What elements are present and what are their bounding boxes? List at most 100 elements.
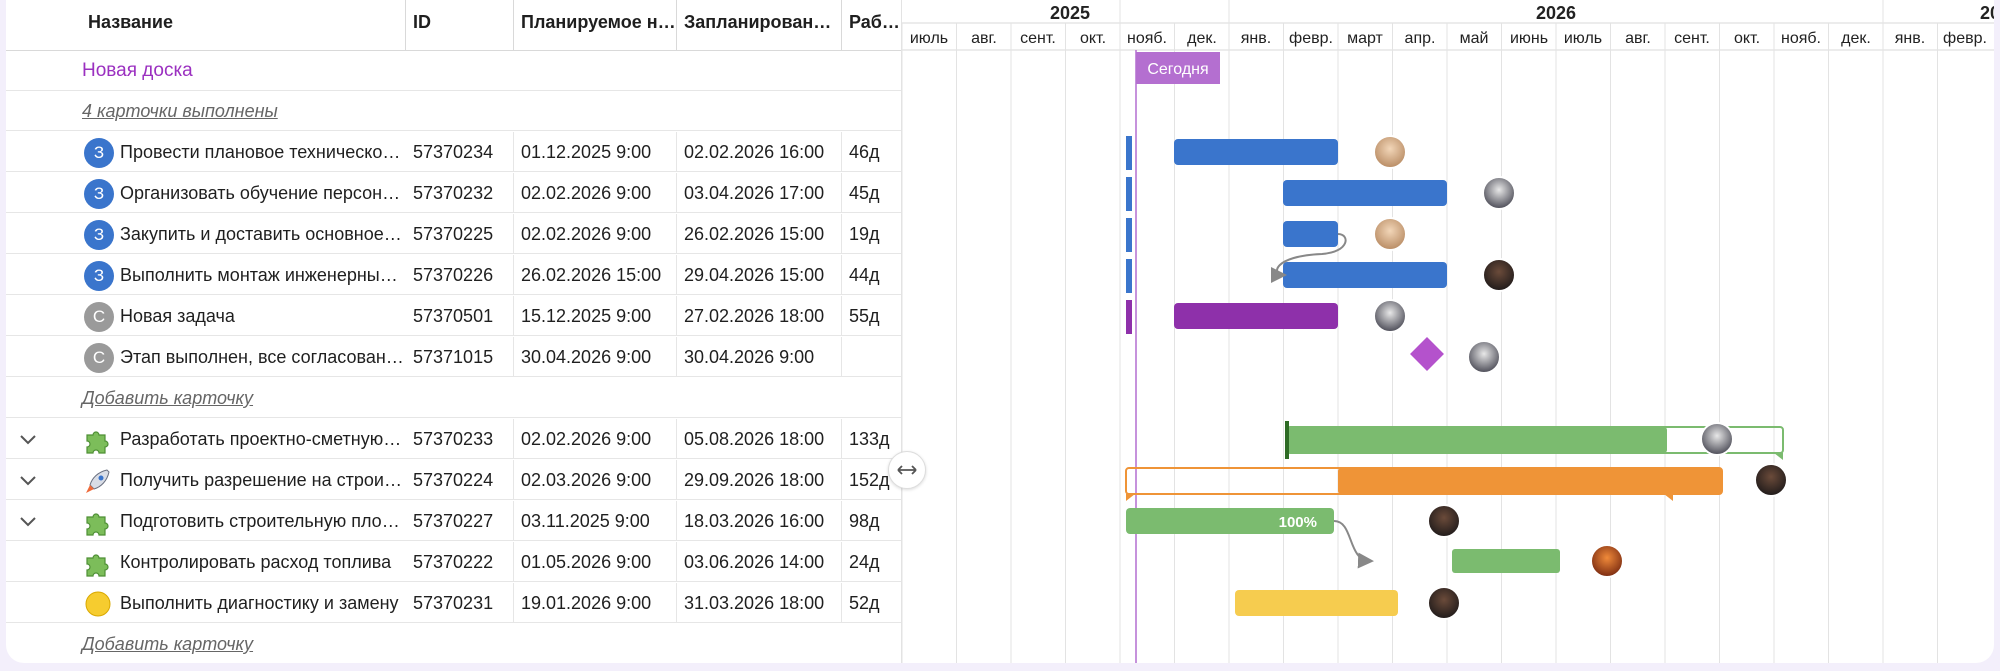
table-row[interactable]: С Этап выполнен, все согласования получе… — [6, 337, 901, 377]
group-bar[interactable] — [1235, 590, 1398, 616]
add-card-row: Добавить карточку — [6, 378, 901, 418]
task-id: 57370225 — [406, 214, 514, 254]
chevron-down-icon[interactable] — [16, 427, 40, 451]
task-stub — [1126, 136, 1132, 170]
task-bar[interactable] — [1174, 303, 1338, 329]
table-row[interactable]: З Выполнить монтаж инженерных систем 573… — [6, 255, 901, 295]
task-table: Название ID Планируемое начало Запланиро… — [6, 0, 902, 663]
add-card-link[interactable]: Добавить карточку — [82, 624, 253, 663]
group-progress-bar[interactable] — [1338, 468, 1722, 494]
assignee-avatar[interactable] — [1427, 504, 1461, 538]
assignee-avatar[interactable] — [1700, 422, 1734, 456]
gantt-chart: 2025 2026 20 июль авг. сент. окт. нояб. … — [902, 0, 1994, 663]
group-end: 18.03.2026 16:00 — [677, 501, 842, 541]
resize-handle[interactable] — [888, 451, 926, 489]
assignee-avatar[interactable] — [1754, 463, 1788, 497]
group-name[interactable]: Разработать проектно-сметную документаци… — [120, 419, 406, 459]
status-avatar: З — [84, 261, 114, 291]
done-cards-row: 4 карточки выполнены — [6, 91, 901, 131]
group-name[interactable]: Контролировать расход топлива — [120, 542, 406, 582]
chevron-down-icon[interactable] — [16, 509, 40, 533]
group-name[interactable]: Подготовить строительную площадку — [120, 501, 406, 541]
table-row[interactable]: С Новая задача 57370501 15.12.2025 9:00 … — [6, 296, 901, 336]
group-id: 57370227 — [406, 501, 514, 541]
table-row[interactable]: Подготовить строительную площадку 573702… — [6, 501, 901, 541]
month-label: сент. — [1674, 30, 1710, 47]
group-bar[interactable] — [1452, 549, 1560, 573]
month-label: окт. — [1734, 30, 1760, 47]
table-row[interactable]: З Организовать обучение персонала 573702… — [6, 173, 901, 213]
column-header-planned-start[interactable]: Планируемое начало — [514, 0, 677, 50]
group-start: 02.03.2026 9:00 — [514, 460, 677, 500]
assignee-avatar[interactable] — [1373, 135, 1407, 169]
month-label: июль — [1564, 30, 1602, 47]
table-row[interactable]: Получить разрешение на строительство 573… — [6, 460, 901, 500]
month-label: сент. — [1020, 30, 1056, 47]
rocket-icon — [86, 469, 110, 493]
year-label: 2026 — [1536, 3, 1576, 23]
assignee-avatar[interactable] — [1373, 217, 1407, 251]
task-bar[interactable] — [1283, 221, 1338, 247]
milestone-diamond[interactable] — [1410, 337, 1444, 371]
done-cards-link[interactable]: 4 карточки выполнены — [82, 91, 278, 131]
table-row[interactable]: З Провести плановое техническое обслужив… — [6, 132, 901, 172]
group-end: 31.03.2026 18:00 — [677, 583, 842, 623]
chevron-down-icon[interactable] — [16, 468, 40, 492]
assignee-avatar[interactable] — [1590, 544, 1624, 578]
assignee-avatar[interactable] — [1482, 258, 1516, 292]
table-row[interactable]: З Закупить и доставить основное оборудов… — [6, 214, 901, 254]
task-name[interactable]: Провести плановое техническое обслуживан… — [120, 132, 406, 172]
group-start-corner — [1126, 494, 1135, 501]
task-bar[interactable] — [1174, 139, 1338, 165]
month-label: авг. — [1625, 30, 1651, 47]
column-header-planned-end[interactable]: Запланированное окончание — [677, 0, 842, 50]
status-avatar: С — [84, 302, 114, 332]
month-label: янв. — [1241, 30, 1271, 47]
task-work: 55д — [849, 306, 880, 326]
board-title-row: Новая доска — [6, 51, 901, 91]
group-progress-bar[interactable] — [1287, 427, 1667, 453]
arrows-horizontal-icon — [897, 465, 917, 475]
group-end-corner — [1774, 453, 1783, 460]
progress-label: 100% — [1279, 514, 1317, 531]
table-row[interactable]: Разработать проектно-сметную документаци… — [6, 419, 901, 459]
task-bar[interactable] — [1283, 180, 1447, 206]
puzzle-icon — [86, 554, 109, 577]
task-id: 57371015 — [406, 337, 514, 377]
table-row[interactable]: Выполнить диагностику и замену 57370231 … — [6, 583, 901, 623]
group-id: 57370222 — [406, 542, 514, 582]
task-end: 02.02.2026 16:00 — [677, 132, 842, 172]
column-header-name[interactable]: Название — [81, 0, 406, 50]
group-work: 98д — [849, 511, 880, 531]
month-label: дек. — [1841, 30, 1871, 47]
sun-icon — [85, 591, 111, 617]
group-work: 24д — [849, 552, 880, 572]
task-name[interactable]: Этап выполнен, все согласования получены — [120, 337, 406, 377]
assignee-avatar[interactable] — [1373, 299, 1407, 333]
group-name[interactable]: Получить разрешение на строительство — [120, 460, 406, 500]
year-label: 20 — [1980, 3, 1994, 23]
month-label: март — [1347, 30, 1383, 47]
task-name[interactable]: Выполнить монтаж инженерных систем — [120, 255, 406, 295]
dependency-arrow — [1333, 520, 1374, 569]
month-label: нояб. — [1127, 30, 1167, 47]
task-name[interactable]: Организовать обучение персонала — [120, 173, 406, 213]
task-name[interactable]: Новая задача — [120, 296, 406, 336]
column-header-work-days[interactable]: Рабочие дни — [842, 0, 901, 50]
assignee-avatar[interactable] — [1467, 340, 1501, 374]
board-title[interactable]: Новая доска — [82, 51, 193, 91]
assignee-avatar[interactable] — [1427, 586, 1461, 620]
today-label: Сегодня — [1147, 61, 1208, 78]
task-work: 45д — [849, 183, 880, 203]
add-card-link[interactable]: Добавить карточку — [82, 378, 253, 418]
task-stub — [1126, 218, 1132, 252]
task-bar[interactable] — [1283, 262, 1447, 288]
group-name[interactable]: Выполнить диагностику и замену — [120, 583, 406, 623]
month-label: окт. — [1080, 30, 1106, 47]
table-row[interactable]: Контролировать расход топлива 57370222 0… — [6, 542, 901, 582]
column-header-id[interactable]: ID — [406, 0, 514, 50]
task-name[interactable]: Закупить и доставить основное оборудован… — [120, 214, 406, 254]
assignee-avatar[interactable] — [1482, 176, 1516, 210]
group-start: 03.11.2025 9:00 — [514, 501, 677, 541]
month-label: дек. — [1187, 30, 1217, 47]
